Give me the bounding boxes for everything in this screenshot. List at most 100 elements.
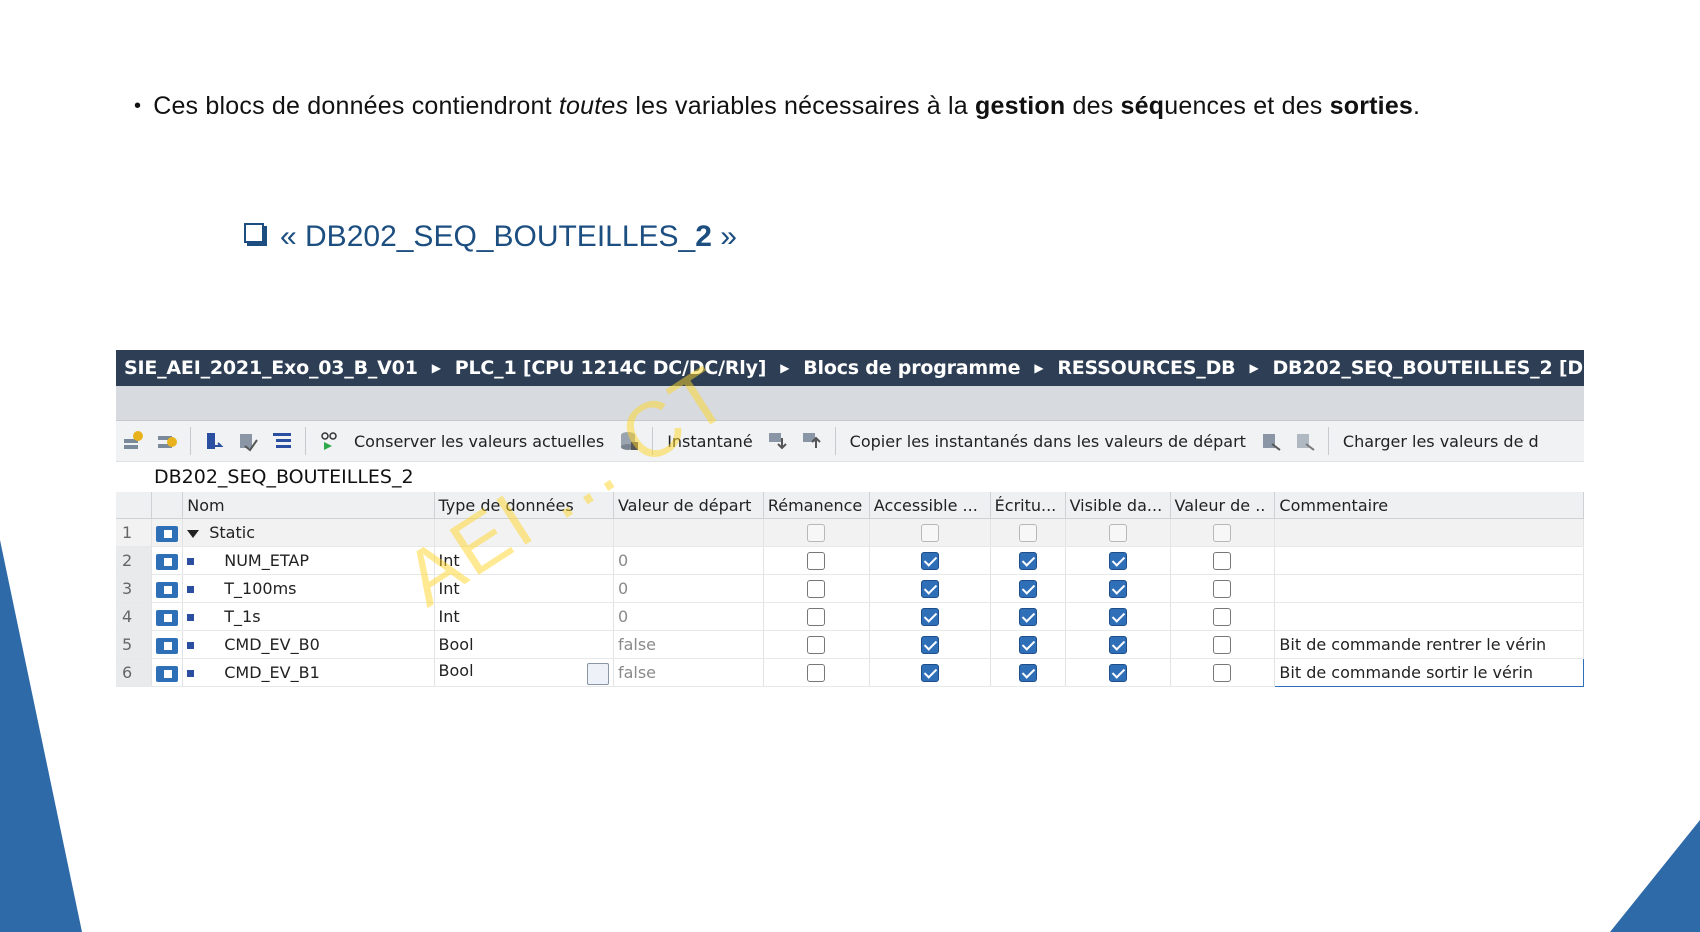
checkbox[interactable] xyxy=(1108,636,1127,655)
load-start-values-button[interactable]: Charger les valeurs de d xyxy=(1343,432,1539,451)
variable-icon xyxy=(187,586,195,593)
table-row[interactable]: 5 CMD_EV_B0 Bool false Bit de commande rentr… xyxy=(116,630,1584,659)
table-row[interactable]: 2 NUM_ETAP Int 0 xyxy=(116,546,1584,575)
db-variable-icon xyxy=(156,665,179,682)
snapshot-icon[interactable] xyxy=(766,429,790,453)
name-cell[interactable]: T_100ms xyxy=(182,574,435,603)
breadcrumb-item[interactable]: RESSOURCES_DB xyxy=(1057,357,1235,379)
chevron-right-icon: ▶ xyxy=(780,361,790,375)
name-cell[interactable]: T_1s xyxy=(182,602,435,631)
bullet-point: • xyxy=(134,95,142,117)
row-number: 4 xyxy=(116,602,153,631)
checkbox[interactable] xyxy=(1213,608,1232,627)
start-value-cell[interactable]: 0 xyxy=(613,602,764,631)
start-value-cell[interactable]: false xyxy=(613,658,764,687)
list-picker-icon[interactable] xyxy=(586,662,609,685)
breadcrumb-item[interactable]: PLC_1 [CPU 1214C DC/DC/Rly] xyxy=(455,357,767,379)
chevron-right-icon: ▶ xyxy=(431,361,441,375)
load-start-icon[interactable] xyxy=(1293,429,1317,453)
table-row[interactable]: 3 T_100ms Int 0 xyxy=(116,574,1584,603)
checkbox[interactable] xyxy=(920,664,939,683)
checkbox[interactable] xyxy=(1108,580,1127,599)
start-value-cell[interactable]: false xyxy=(613,630,764,659)
row-number: 1 xyxy=(116,518,153,547)
start-value-cell[interactable]: 0 xyxy=(613,574,764,603)
checkbox[interactable] xyxy=(1018,524,1037,543)
checkbox[interactable] xyxy=(1018,636,1037,655)
toolbar: Conserver les valeurs actuelles Instanta… xyxy=(116,421,1584,462)
checkbox[interactable] xyxy=(1018,580,1037,599)
checkbox[interactable] xyxy=(807,580,826,599)
checkbox[interactable] xyxy=(1108,664,1127,683)
checkbox[interactable] xyxy=(1108,552,1127,571)
type-cell[interactable]: Bool xyxy=(434,630,614,659)
checkbox[interactable] xyxy=(1213,664,1232,683)
checkbox-bullet-icon xyxy=(244,223,264,243)
row-number: 6 xyxy=(116,658,153,687)
type-cell[interactable]: Bool xyxy=(434,658,614,687)
checkbox[interactable] xyxy=(920,580,939,599)
breadcrumb-item[interactable]: DB202_SEQ_BOUTEILLES_2 [DB202] xyxy=(1272,357,1584,379)
checkbox[interactable] xyxy=(807,524,826,543)
section-heading: « DB202_SEQ_BOUTEILLES_2 » xyxy=(244,220,737,254)
start-value-cell[interactable]: 0 xyxy=(613,546,764,575)
column-header[interactable]: Valeur de départ xyxy=(613,492,764,519)
comment-cell[interactable] xyxy=(1274,602,1584,631)
comment-cell[interactable]: Bit de commande sortir le vérin xyxy=(1274,658,1584,687)
column-header[interactable]: Commentaire xyxy=(1274,492,1584,519)
name-cell[interactable]: CMD_EV_B1 xyxy=(182,658,435,687)
breadcrumb: SIE_AEI_2021_Exo_03_B_V01 ▶ PLC_1 [CPU 12… xyxy=(116,350,1584,386)
collapse-triangle-icon[interactable] xyxy=(187,529,200,538)
comment-cell[interactable] xyxy=(1274,546,1584,575)
insert-row-icon[interactable] xyxy=(155,429,179,453)
checkbox[interactable] xyxy=(1213,552,1232,571)
breadcrumb-item[interactable]: SIE_AEI_2021_Exo_03_B_V01 xyxy=(124,357,418,379)
table-row[interactable]: 6 CMD_EV_B1 Bool false Bit de commande sorti… xyxy=(116,658,1584,687)
column-header[interactable]: Écritu... xyxy=(990,492,1066,519)
checkbox[interactable] xyxy=(1213,636,1232,655)
checkbox[interactable] xyxy=(1213,580,1232,599)
checkbox[interactable] xyxy=(1018,608,1037,627)
name-cell[interactable]: CMD_EV_B0 xyxy=(182,630,435,659)
checkbox[interactable] xyxy=(920,608,939,627)
comment-cell[interactable] xyxy=(1274,518,1584,547)
checkbox[interactable] xyxy=(1213,524,1232,543)
checkbox[interactable] xyxy=(807,636,826,655)
comment-cell[interactable]: Bit de commande rentrer le vérin xyxy=(1274,630,1584,659)
add-row-icon[interactable] xyxy=(121,429,145,453)
chevron-right-icon: ▶ xyxy=(1034,361,1044,375)
snapshot-load-icon[interactable] xyxy=(800,429,824,453)
monitor-icon[interactable] xyxy=(202,429,226,453)
breadcrumb-item[interactable]: Blocs de programme xyxy=(803,357,1020,379)
checkbox[interactable] xyxy=(807,608,826,627)
column-header[interactable]: Valeur de .. xyxy=(1170,492,1276,519)
checkbox[interactable] xyxy=(1018,552,1037,571)
checkbox[interactable] xyxy=(1108,524,1127,543)
checkbox[interactable] xyxy=(1018,664,1037,683)
table-row[interactable]: 4 T_1s Int 0 xyxy=(116,602,1584,631)
column-header[interactable]: Rémanence xyxy=(763,492,870,519)
variable-name: T_100ms xyxy=(224,579,297,598)
checkbox[interactable] xyxy=(807,552,826,571)
tia-portal-screenshot: SIE_AEI_2021_Exo_03_B_V01 ▶ PLC_1 [CPU 12… xyxy=(116,350,1584,696)
snapshot-monitor-icon[interactable] xyxy=(317,429,341,453)
table-row[interactable]: 1 Static xyxy=(116,518,1584,547)
variable-icon xyxy=(187,670,195,677)
checkbox[interactable] xyxy=(920,552,939,571)
checkbox[interactable] xyxy=(1108,608,1127,627)
checkbox[interactable] xyxy=(920,524,939,543)
column-header[interactable]: Visible da... xyxy=(1065,492,1171,519)
copy-snapshots-button[interactable]: Copier les instantanés dans les valeurs … xyxy=(850,432,1246,451)
copy-start-icon[interactable] xyxy=(1259,429,1283,453)
start-value-cell[interactable] xyxy=(613,518,764,547)
column-header[interactable]: Accessible ... xyxy=(869,492,991,519)
db-variable-icon xyxy=(156,525,179,542)
variable-icon xyxy=(187,614,195,621)
comment-cell[interactable] xyxy=(1274,574,1584,603)
expand-icon[interactable] xyxy=(270,429,294,453)
checkbox[interactable] xyxy=(920,636,939,655)
column-header[interactable]: Nom xyxy=(182,492,435,519)
reset-icon[interactable] xyxy=(236,429,260,453)
checkbox[interactable] xyxy=(807,664,826,683)
variable-icon xyxy=(187,642,195,649)
